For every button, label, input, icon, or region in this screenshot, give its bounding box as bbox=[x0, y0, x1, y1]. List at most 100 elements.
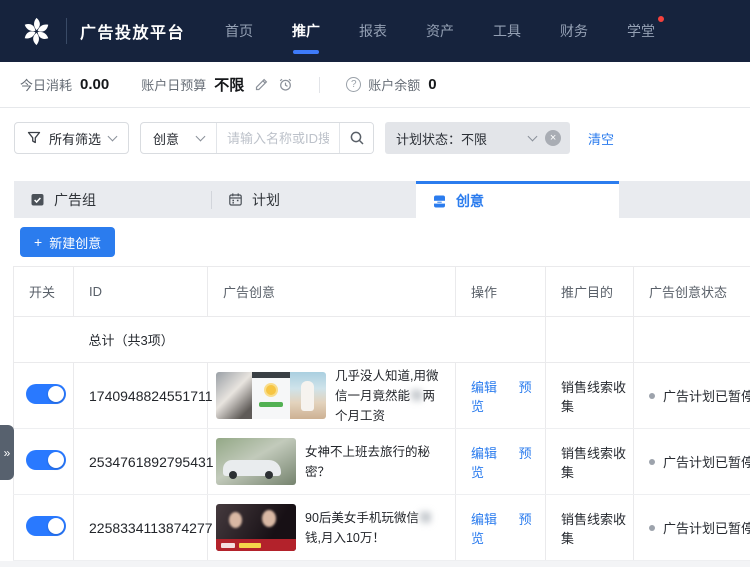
totals-row: 总计（共3项） bbox=[14, 317, 750, 363]
creative-title: 几乎没人知道,用微信一月竟然能赚两个月工资 bbox=[335, 366, 445, 426]
today-spend-stat: 今日消耗 0.00 bbox=[20, 75, 109, 94]
edit-budget-icon[interactable] bbox=[254, 77, 269, 92]
tab-ad-groups-label: 广告组 bbox=[54, 190, 96, 210]
main-nav: 首页 推广 报表 资产 工具 财务 学堂 bbox=[225, 17, 655, 45]
table-header-row: 开关 ID 广告创意 操作 推广目的 广告创意状态 bbox=[14, 267, 750, 317]
brand-divider bbox=[66, 18, 67, 44]
notification-dot bbox=[658, 16, 664, 22]
header-id: ID bbox=[74, 267, 208, 317]
remove-filter-icon[interactable]: × bbox=[545, 130, 561, 146]
search-group: 创意 bbox=[140, 122, 374, 154]
totals-label: 总计（共3项） bbox=[74, 317, 208, 363]
status-badge: 广告计划已暂停 bbox=[649, 518, 750, 537]
nav-item-home[interactable]: 首页 bbox=[225, 17, 253, 45]
creatives-table: 开关 ID 广告创意 操作 推广目的 广告创意状态 总计（共3项） 174094… bbox=[13, 266, 750, 561]
balance-stat: ? 账户余额 0 bbox=[346, 75, 436, 94]
search-button[interactable] bbox=[339, 123, 373, 153]
status-dot-icon bbox=[649, 393, 655, 399]
creative-title: 90后美女手机玩微信赚钱,月入10万！ bbox=[305, 508, 445, 548]
today-spend-label: 今日消耗 bbox=[20, 75, 72, 94]
header-status: 广告创意状态 bbox=[634, 267, 750, 317]
tab-creatives[interactable]: 创意 bbox=[416, 181, 619, 218]
promotion-objective: 销售线索收集 bbox=[546, 429, 634, 495]
tab-plans[interactable]: 计划 bbox=[212, 181, 416, 218]
entity-tabs: 广告组 计划 创意 bbox=[14, 181, 750, 218]
status-dot-icon bbox=[649, 525, 655, 531]
sidebar-expand-handle[interactable]: » bbox=[0, 425, 14, 480]
tab-plans-label: 计划 bbox=[252, 190, 280, 210]
search-type-select[interactable]: 创意 bbox=[141, 123, 217, 153]
nav-item-reports[interactable]: 报表 bbox=[359, 17, 387, 45]
clear-filters-link[interactable]: 清空 bbox=[588, 122, 614, 154]
plan-status-filter-tag[interactable]: 计划状态：不限 × bbox=[385, 122, 570, 154]
edit-link[interactable]: 编辑 bbox=[471, 380, 497, 395]
search-input[interactable] bbox=[217, 123, 339, 153]
creative-thumbnail bbox=[216, 438, 296, 485]
help-icon[interactable]: ? bbox=[346, 77, 361, 92]
creative-id: 1740948824551711 bbox=[74, 363, 208, 429]
edit-link[interactable]: 编辑 bbox=[471, 446, 497, 461]
table-row: 2258334113874277 90后美女手机玩微信赚钱,月入10万！ 编辑 bbox=[14, 495, 750, 561]
chevron-down-icon bbox=[196, 131, 206, 141]
new-creative-button[interactable]: + 新建创意 bbox=[20, 227, 115, 257]
totals-empty-cell bbox=[456, 317, 546, 363]
plan-status-tag-label: 计划状态：不限 bbox=[396, 129, 487, 148]
daily-budget-stat: 账户日预算 不限 bbox=[141, 74, 293, 95]
status-text: 广告计划已暂停 bbox=[663, 518, 750, 537]
daily-budget-label: 账户日预算 bbox=[141, 75, 206, 94]
nav-item-tools[interactable]: 工具 bbox=[493, 17, 521, 45]
totals-empty-cell bbox=[208, 317, 456, 363]
top-navbar: 广告投放平台 首页 推广 报表 资产 工具 财务 学堂 bbox=[0, 0, 750, 62]
chevron-down-icon bbox=[528, 131, 538, 141]
table-row: 1740948824551711 几乎没人知道,用微信一月竟然能赚两个月工资 bbox=[14, 363, 750, 429]
balance-label: 账户余额 bbox=[368, 75, 420, 94]
edit-link[interactable]: 编辑 bbox=[471, 512, 497, 527]
creative-toggle[interactable] bbox=[26, 516, 66, 536]
new-creative-button-label: 新建创意 bbox=[49, 233, 101, 252]
table-row: 2534761892795431 女神不上班去旅行的秘密？ 编辑 预览 bbox=[14, 429, 750, 495]
nav-item-promotion[interactable]: 推广 bbox=[292, 17, 320, 45]
budget-schedule-icon[interactable] bbox=[278, 77, 293, 92]
promotion-objective: 销售线索收集 bbox=[546, 363, 634, 429]
creative-toggle[interactable] bbox=[26, 384, 66, 404]
status-dot-icon bbox=[649, 459, 655, 465]
nav-item-finance[interactable]: 财务 bbox=[560, 17, 588, 45]
calendar-icon bbox=[228, 192, 243, 207]
totals-empty-cell bbox=[634, 317, 750, 363]
all-filters-button[interactable]: 所有筛选 bbox=[14, 122, 129, 154]
creative-title: 女神不上班去旅行的秘密？ bbox=[305, 442, 445, 482]
creative-id: 2534761892795431 bbox=[74, 429, 208, 495]
app-title: 广告投放平台 bbox=[80, 19, 185, 43]
search-type-value: 创意 bbox=[153, 129, 179, 148]
header-objective: 推广目的 bbox=[546, 267, 634, 317]
page-background-strip bbox=[0, 561, 750, 567]
funnel-icon bbox=[27, 131, 41, 145]
nav-item-academy[interactable]: 学堂 bbox=[627, 17, 655, 45]
creative-toggle[interactable] bbox=[26, 450, 66, 470]
redacted-text: 赚 bbox=[419, 511, 432, 525]
nav-item-assets[interactable]: 资产 bbox=[426, 17, 454, 45]
totals-empty-cell bbox=[14, 317, 74, 363]
chevron-down-icon bbox=[108, 131, 118, 141]
promotion-objective: 销售线索收集 bbox=[546, 495, 634, 561]
balance-value: 0 bbox=[428, 76, 436, 93]
brand-logo-icon bbox=[20, 15, 53, 48]
header-actions: 操作 bbox=[456, 267, 546, 317]
status-text: 广告计划已暂停 bbox=[663, 386, 750, 405]
creative-thumbnail bbox=[216, 372, 326, 419]
all-filters-label: 所有筛选 bbox=[49, 129, 101, 148]
stats-divider bbox=[319, 77, 320, 93]
plus-icon: + bbox=[34, 234, 42, 250]
creative-card-icon bbox=[432, 194, 447, 209]
status-badge: 广告计划已暂停 bbox=[649, 386, 750, 405]
totals-empty-cell bbox=[546, 317, 634, 363]
creative-thumbnail bbox=[216, 504, 296, 551]
status-text: 广告计划已暂停 bbox=[663, 452, 750, 471]
daily-budget-value: 不限 bbox=[214, 74, 244, 95]
header-creative: 广告创意 bbox=[208, 267, 456, 317]
creative-id: 2258334113874277 bbox=[74, 495, 208, 561]
redacted-text: 赚 bbox=[410, 389, 423, 403]
tab-ad-groups[interactable]: 广告组 bbox=[14, 181, 211, 218]
tab-creatives-label: 创意 bbox=[456, 191, 484, 211]
nav-item-academy-label: 学堂 bbox=[627, 23, 655, 39]
